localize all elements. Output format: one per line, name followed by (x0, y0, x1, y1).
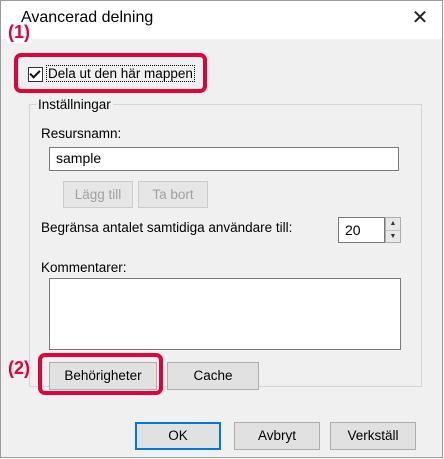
user-limit-label: Begränsa antalet samtidiga användare til… (41, 220, 293, 235)
comments-label: Kommentarer: (41, 260, 127, 275)
callout-2: (2) (8, 358, 30, 378)
spin-down-icon[interactable]: ▼ (386, 231, 400, 243)
add-button[interactable]: Lägg till (63, 181, 133, 208)
spin-up-icon[interactable]: ▲ (386, 218, 400, 231)
title-bar: Avancerad delning ✕ (1, 1, 442, 39)
callout-1: (1) (7, 22, 31, 43)
share-name-value: sample (56, 150, 102, 166)
highlight-box-2 (38, 353, 163, 395)
settings-group-label: Inställningar (36, 97, 113, 112)
cache-button[interactable]: Cache (167, 362, 259, 390)
highlight-box-1 (14, 53, 207, 93)
user-limit-spinner[interactable]: ▲ ▼ (385, 217, 401, 243)
cancel-button[interactable]: Avbryt (234, 422, 320, 450)
ok-button[interactable]: OK (135, 422, 221, 450)
apply-button[interactable]: Verkställ (330, 422, 416, 450)
comments-textarea[interactable] (49, 278, 401, 350)
close-icon[interactable]: ✕ (408, 5, 432, 30)
user-limit-value: 20 (345, 222, 361, 238)
user-limit-input[interactable]: 20 (338, 217, 385, 243)
share-name-label: Resursnamn: (41, 126, 122, 141)
remove-button[interactable]: Ta bort (138, 181, 208, 208)
share-name-input[interactable]: sample (49, 147, 399, 171)
window-title: Avancerad delning (21, 9, 154, 26)
